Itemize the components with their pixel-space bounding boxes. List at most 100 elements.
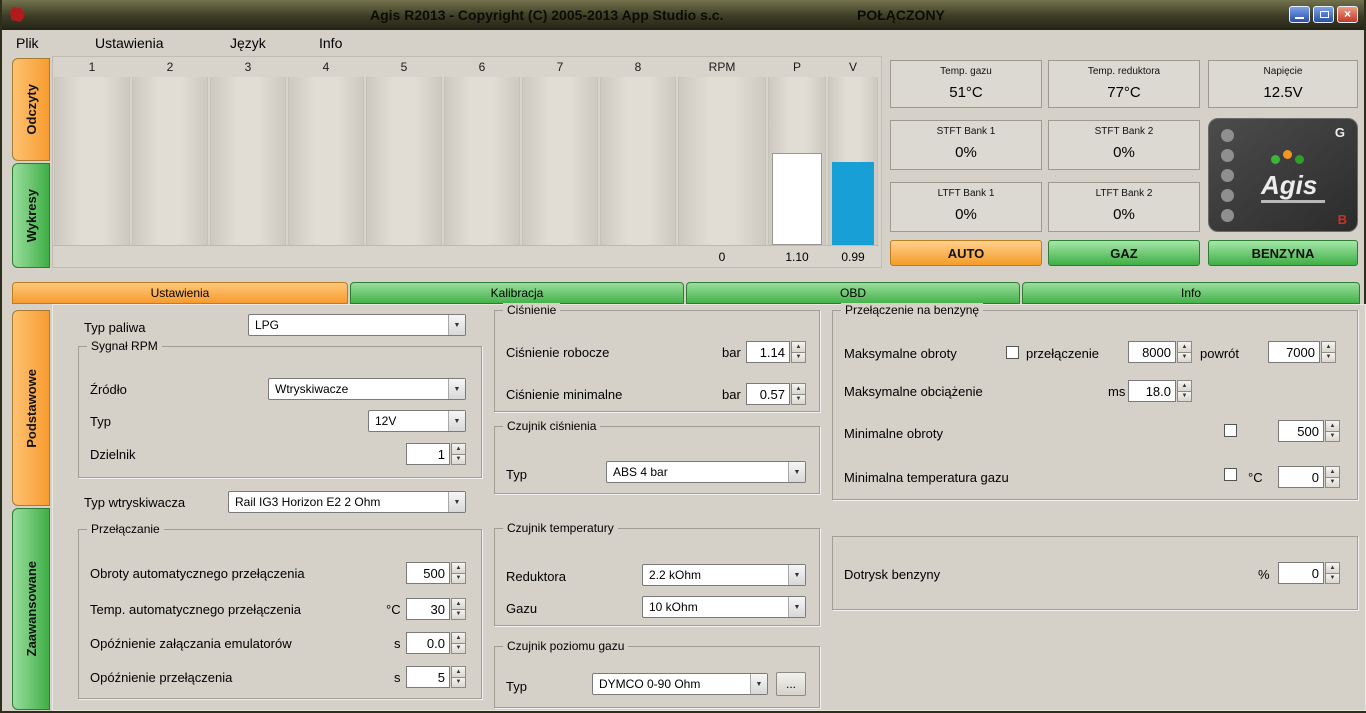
spin-down-icon[interactable]: ▼ bbox=[791, 353, 806, 364]
typ-paliwa-select[interactable]: LPG ▼ bbox=[248, 314, 466, 336]
menu-ustawienia[interactable]: Ustawienia bbox=[95, 35, 163, 51]
min-obroty-value[interactable]: 500 bbox=[1278, 420, 1324, 442]
maks-obciazenie-value[interactable]: 18.0 bbox=[1128, 380, 1176, 402]
min-temp-label: Minimalna temperatura gazu bbox=[844, 470, 1009, 485]
logo-dot-green bbox=[1295, 155, 1304, 164]
gaz-mode-button[interactable]: GAZ bbox=[1048, 240, 1200, 266]
tab-wykresy[interactable]: Wykresy bbox=[12, 163, 50, 268]
spin-up-icon[interactable]: ▲ bbox=[451, 632, 466, 644]
chevron-down-icon: ▼ bbox=[448, 411, 465, 431]
spin-down-icon[interactable]: ▼ bbox=[451, 574, 466, 585]
close-button[interactable]: × bbox=[1337, 6, 1358, 23]
min-obroty-label: Minimalne obroty bbox=[844, 426, 943, 441]
typ-wtryskiwacza-select[interactable]: Rail IG3 Horizon E2 2 Ohm ▼ bbox=[228, 491, 466, 513]
spin-up-icon[interactable]: ▲ bbox=[451, 598, 466, 610]
spin-up-icon[interactable]: ▲ bbox=[451, 562, 466, 574]
dotrysk-label: Dotrysk benzyny bbox=[844, 567, 940, 582]
spin-up-icon[interactable]: ▲ bbox=[451, 666, 466, 678]
dotrysk-value[interactable]: 0 bbox=[1278, 562, 1324, 584]
cisnienie-minimalne-value[interactable]: 0.57 bbox=[746, 383, 790, 405]
gazu-select[interactable]: 10 kOhm ▼ bbox=[642, 596, 806, 618]
spin-down-icon[interactable]: ▼ bbox=[1325, 432, 1340, 443]
czujnik-cisnienia-select[interactable]: ABS 4 bar ▼ bbox=[606, 461, 806, 483]
restore-button[interactable] bbox=[1313, 6, 1334, 23]
menu-bar: Plik Ustawienia Język Info bbox=[2, 30, 1364, 56]
benzyna-mode-button[interactable]: BENZYNA bbox=[1208, 240, 1358, 266]
tab-zaawansowane[interactable]: Zaawansowane bbox=[12, 508, 50, 710]
spin-down-icon[interactable]: ▼ bbox=[451, 455, 466, 466]
spin-up-icon[interactable]: ▲ bbox=[1321, 341, 1336, 353]
panel-caption: STFT Bank 2 bbox=[1049, 126, 1199, 137]
menu-info[interactable]: Info bbox=[319, 35, 342, 51]
przelaczenie-checkbox[interactable] bbox=[1006, 346, 1019, 359]
chart-column-header: 4 bbox=[287, 57, 365, 77]
przelaczanie-group-title: Przełączanie bbox=[87, 522, 164, 536]
spin-up-icon[interactable]: ▲ bbox=[1325, 562, 1340, 574]
menu-plik[interactable]: Plik bbox=[16, 35, 39, 51]
spin-down-icon[interactable]: ▼ bbox=[451, 644, 466, 655]
panel-napiecie: Napięcie 12.5V bbox=[1208, 60, 1358, 108]
rpm-typ-select[interactable]: 12V ▼ bbox=[368, 410, 466, 432]
spin-down-icon[interactable]: ▼ bbox=[451, 678, 466, 689]
temp-auto-value[interactable]: 30 bbox=[406, 598, 450, 620]
chart-value-label bbox=[53, 245, 131, 267]
chart-track bbox=[444, 77, 520, 245]
min-temp-value[interactable]: 0 bbox=[1278, 466, 1324, 488]
chart-column: 8 bbox=[599, 57, 677, 267]
chart-column: 4 bbox=[287, 57, 365, 267]
tab-obd[interactable]: OBD bbox=[686, 282, 1020, 304]
min-temp-checkbox[interactable] bbox=[1224, 468, 1237, 481]
auto-mode-button[interactable]: AUTO bbox=[890, 240, 1042, 266]
tab-wykresy-label: Wykresy bbox=[24, 189, 39, 242]
chart-value-label: 0.99 bbox=[827, 245, 879, 267]
spin-up-icon[interactable]: ▲ bbox=[791, 383, 806, 395]
tab-odczyty[interactable]: Odczyty bbox=[12, 58, 50, 161]
minimize-button[interactable] bbox=[1289, 6, 1310, 23]
powrot-label: powrót bbox=[1200, 346, 1239, 361]
reduktora-select[interactable]: 2.2 kOhm ▼ bbox=[642, 564, 806, 586]
chevron-down-icon: ▼ bbox=[788, 565, 805, 585]
czujnik-poziomu-more-button[interactable]: ... bbox=[776, 672, 806, 696]
panel-value: 0% bbox=[1049, 206, 1199, 223]
chart-column-header: RPM bbox=[677, 57, 767, 77]
spin-down-icon[interactable]: ▼ bbox=[1177, 392, 1192, 403]
maks-obroty-value[interactable]: 8000 bbox=[1128, 341, 1176, 363]
menu-jezyk[interactable]: Język bbox=[230, 35, 266, 51]
min-obroty-checkbox[interactable] bbox=[1224, 424, 1237, 437]
zrodlo-select[interactable]: Wtryskiwacze ▼ bbox=[268, 378, 466, 400]
spin-down-icon[interactable]: ▼ bbox=[1325, 478, 1340, 489]
spin-up-icon[interactable]: ▲ bbox=[451, 443, 466, 455]
opoznienie-przelaczenia-unit: s bbox=[394, 670, 401, 685]
opoznienie-przelaczenia-value[interactable]: 5 bbox=[406, 666, 450, 688]
obroty-auto-value[interactable]: 500 bbox=[406, 562, 450, 584]
spin-up-icon[interactable]: ▲ bbox=[791, 341, 806, 353]
connection-status: POŁĄCZONY bbox=[857, 7, 945, 23]
dzielnik-value[interactable]: 1 bbox=[406, 443, 450, 465]
tab-odczyty-label: Odczyty bbox=[24, 84, 39, 135]
tab-podstawowe[interactable]: Podstawowe bbox=[12, 310, 50, 506]
reduktora-label: Reduktora bbox=[506, 569, 566, 584]
cisnienie-group-title: Ciśnienie bbox=[503, 303, 560, 317]
czujnik-poziomu-select[interactable]: DYMCO 0-90 Ohm ▼ bbox=[592, 673, 768, 695]
spin-down-icon[interactable]: ▼ bbox=[791, 395, 806, 406]
spin-up-icon[interactable]: ▲ bbox=[1177, 380, 1192, 392]
spin-down-icon[interactable]: ▼ bbox=[451, 610, 466, 621]
cisnienie-robocze-value[interactable]: 1.14 bbox=[746, 341, 790, 363]
opoznienie-emulatorow-spinner: 0.0 ▲▼ bbox=[406, 632, 466, 654]
tab-ustawienia[interactable]: Ustawienia bbox=[12, 282, 348, 304]
chevron-down-icon: ▼ bbox=[788, 462, 805, 482]
tab-info[interactable]: Info bbox=[1022, 282, 1360, 304]
panel-value: 12.5V bbox=[1209, 84, 1357, 101]
spin-down-icon[interactable]: ▼ bbox=[1177, 353, 1192, 364]
spin-up-icon[interactable]: ▲ bbox=[1177, 341, 1192, 353]
tab-kalibracja[interactable]: Kalibracja bbox=[350, 282, 684, 304]
przelaczenie-check-label: przełączenie bbox=[1026, 346, 1099, 361]
spin-down-icon[interactable]: ▼ bbox=[1321, 353, 1336, 364]
chart-track bbox=[522, 77, 598, 245]
czujnik-cisnienia-group-title: Czujnik ciśnienia bbox=[503, 419, 600, 433]
opoznienie-emulatorow-value[interactable]: 0.0 bbox=[406, 632, 450, 654]
powrot-value[interactable]: 7000 bbox=[1268, 341, 1320, 363]
spin-up-icon[interactable]: ▲ bbox=[1325, 420, 1340, 432]
spin-down-icon[interactable]: ▼ bbox=[1325, 574, 1340, 585]
spin-up-icon[interactable]: ▲ bbox=[1325, 466, 1340, 478]
